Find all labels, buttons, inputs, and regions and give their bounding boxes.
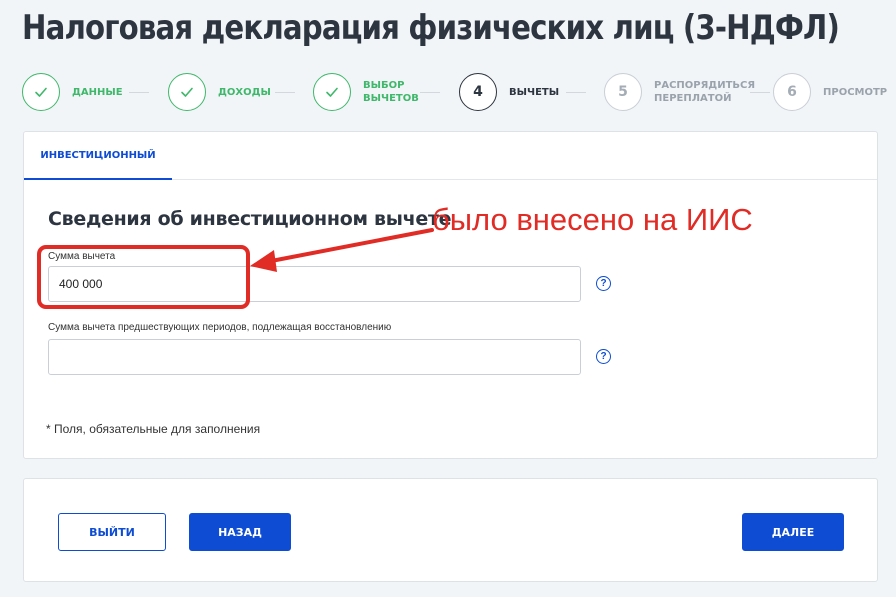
- footer-actions: Выйти Назад Далее: [23, 478, 878, 582]
- step-data-label: Данные: [72, 86, 123, 98]
- step-deductions-label: Вычеты: [509, 86, 560, 98]
- step-deductions-number: 4: [459, 73, 497, 111]
- prior-restore-input[interactable]: [48, 339, 581, 375]
- step-data-circle: [22, 73, 60, 111]
- step-select-deductions-circle: [313, 73, 351, 111]
- tab-investment[interactable]: Инвестиционный: [24, 132, 172, 180]
- step-income[interactable]: Доходы: [168, 72, 271, 112]
- question-icon[interactable]: ?: [596, 276, 611, 291]
- step-overpayment-label: Распорядиться переплатой: [654, 80, 756, 104]
- next-button[interactable]: Далее: [742, 513, 844, 551]
- annotation-text: было внесено на ИИС: [432, 202, 753, 237]
- required-fields-note: * Поля, обязательные для заполнения: [46, 422, 261, 436]
- step-preview-label: Просмотр: [823, 86, 888, 98]
- page-title: Налоговая декларация физических лиц (3-Н…: [22, 8, 840, 48]
- step-income-circle: [168, 73, 206, 111]
- step-select-deductions-label: Выбор вычетов: [363, 80, 419, 104]
- step-connector: [275, 92, 295, 93]
- check-icon: [326, 87, 338, 97]
- step-preview[interactable]: 6 Просмотр: [773, 72, 887, 112]
- stepper: Данные Доходы Выбор вычетов 4 Вычеты 5 Р…: [22, 72, 896, 112]
- step-data[interactable]: Данные: [22, 72, 123, 112]
- check-icon: [35, 87, 47, 97]
- step-select-deductions[interactable]: Выбор вычетов: [313, 72, 419, 112]
- prior-restore-label: Сумма вычета предшествующих периодов, по…: [48, 322, 392, 333]
- step-connector: [566, 92, 586, 93]
- annotation-arrow: [250, 228, 434, 272]
- step-connector: [129, 92, 149, 93]
- tab-bar: Инвестиционный: [24, 132, 877, 180]
- step-deductions[interactable]: 4 Вычеты: [459, 72, 559, 112]
- step-income-label: Доходы: [218, 86, 271, 98]
- step-connector: [750, 92, 770, 93]
- step-overpayment-number: 5: [604, 73, 642, 111]
- back-button[interactable]: Назад: [189, 513, 291, 551]
- step-overpayment[interactable]: 5 Распорядиться переплатой: [604, 72, 755, 112]
- step-connector: [420, 92, 440, 93]
- annotation-highlight-box: [37, 245, 250, 309]
- check-icon: [181, 87, 193, 97]
- step-preview-number: 6: [773, 73, 811, 111]
- question-icon[interactable]: ?: [596, 349, 611, 364]
- exit-button[interactable]: Выйти: [58, 513, 166, 551]
